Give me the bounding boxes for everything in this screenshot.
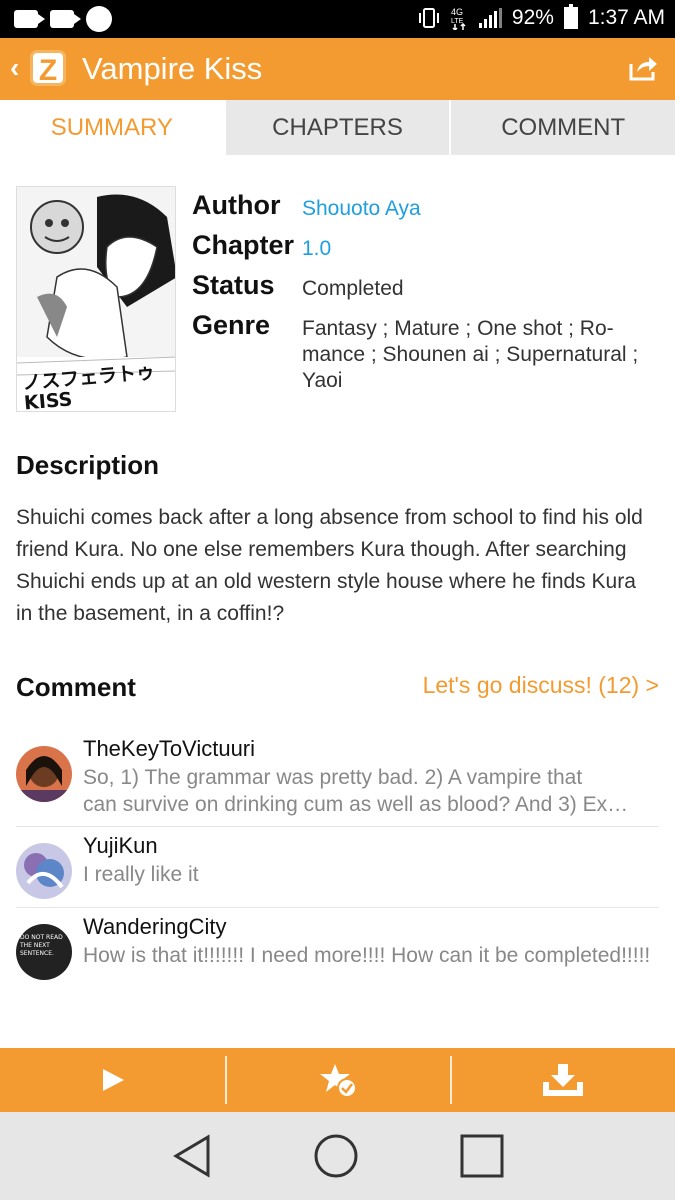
discuss-link[interactable]: Let's go discuss! (12) > bbox=[423, 672, 659, 699]
page-title: Vampire Kiss bbox=[82, 51, 263, 86]
status-left bbox=[14, 6, 112, 32]
favorite-button[interactable] bbox=[225, 1048, 450, 1112]
comment-text: So, 1) The grammar was pretty bad. 2) A … bbox=[83, 766, 583, 789]
tab-summary[interactable]: SUMMARY bbox=[0, 100, 224, 155]
comment-item[interactable]: DO NOT READ THE NEXT SENTENCE. Wandering… bbox=[16, 908, 659, 988]
author-link[interactable]: Shouoto Aya bbox=[302, 190, 662, 222]
description-heading: Description bbox=[16, 450, 160, 480]
signal-icon bbox=[478, 8, 502, 28]
app-bar: ‹ Z Vampire Kiss bbox=[0, 38, 675, 100]
download-button[interactable] bbox=[450, 1048, 675, 1112]
status-bar: 4G LTE 92% 1:37 AM bbox=[0, 0, 675, 38]
home-nav-icon[interactable] bbox=[313, 1133, 359, 1179]
comment-text: How is that it!!!!!!! I need more!!!! Ho… bbox=[83, 944, 651, 967]
manga-info: Author Shouoto Aya Chapter 1.0 Status Co… bbox=[192, 190, 662, 402]
comment-body: WanderingCity How is that it!!!!!!! I ne… bbox=[83, 912, 659, 980]
genre-row: Genre Fantasy ; Mature ; One shot ; Ro-m… bbox=[192, 310, 662, 394]
description-text: Shuichi comes back after a long absence … bbox=[16, 506, 643, 625]
notification-circle-icon bbox=[86, 6, 112, 32]
comment-text-line2: can survive on drinking cum as well as b… bbox=[83, 793, 629, 816]
avatar bbox=[16, 843, 72, 899]
back-nav-icon[interactable] bbox=[170, 1133, 214, 1179]
video-icon bbox=[14, 10, 45, 28]
comment-username: TheKeyToVictuuri bbox=[83, 736, 256, 761]
status-right: 4G LTE 92% 1:37 AM bbox=[417, 4, 665, 30]
status-label: Status bbox=[192, 270, 275, 300]
comment-body: TheKeyToVictuuri So, 1) The grammar was … bbox=[83, 734, 659, 818]
favorite-icon bbox=[319, 1064, 357, 1098]
manga-cover-image: ノスフェラトゥ KISS bbox=[16, 186, 176, 412]
recents-nav-icon[interactable] bbox=[459, 1133, 505, 1179]
comment-username: YujiKun bbox=[83, 833, 158, 858]
play-icon bbox=[102, 1069, 124, 1091]
author-row: Author Shouoto Aya bbox=[192, 190, 662, 222]
genre-value: Fantasy ; Mature ; One shot ; Ro-mance ;… bbox=[302, 317, 639, 392]
comment-body: YujiKun I really like it bbox=[83, 831, 659, 899]
avatar-text: DO NOT READ THE NEXT SENTENCE. bbox=[20, 934, 63, 957]
network-4g-icon: 4GLTE bbox=[451, 7, 466, 30]
svg-text:4G: 4G bbox=[451, 7, 463, 17]
system-nav-bar bbox=[0, 1112, 675, 1200]
comment-item[interactable]: TheKeyToVictuuri So, 1) The grammar was … bbox=[16, 730, 659, 827]
tab-chapters[interactable]: CHAPTERS bbox=[223, 100, 450, 155]
battery-percent: 92% bbox=[511, 6, 554, 29]
vibrate-icon bbox=[418, 8, 439, 28]
video-icon-2 bbox=[50, 10, 81, 28]
bottom-action-bar bbox=[0, 1048, 675, 1112]
share-icon[interactable] bbox=[627, 54, 659, 82]
clock: 1:37 AM bbox=[587, 6, 665, 29]
avatar: DO NOT READ THE NEXT SENTENCE. bbox=[16, 924, 72, 980]
chapter-label: Chapter bbox=[192, 230, 295, 260]
status-row: Status Completed bbox=[192, 270, 662, 302]
avatar bbox=[16, 746, 72, 802]
download-icon bbox=[542, 1064, 583, 1096]
svg-text:LTE: LTE bbox=[451, 18, 464, 25]
comment-item[interactable]: YujiKun I really like it bbox=[16, 827, 659, 908]
battery-icon bbox=[563, 4, 578, 29]
author-label: Author bbox=[192, 190, 281, 220]
status-value: Completed bbox=[302, 277, 404, 300]
app-logo: Z bbox=[30, 50, 66, 87]
comment-heading: Comment bbox=[16, 672, 136, 702]
chapter-link[interactable]: 1.0 bbox=[302, 230, 662, 262]
tab-comment[interactable]: COMMENT bbox=[449, 100, 675, 155]
read-button[interactable] bbox=[0, 1048, 225, 1112]
comment-list: TheKeyToVictuuri So, 1) The grammar was … bbox=[16, 730, 659, 988]
back-button[interactable]: ‹ bbox=[10, 52, 19, 84]
chapter-row: Chapter 1.0 bbox=[192, 230, 662, 262]
comment-username: WanderingCity bbox=[83, 914, 227, 939]
tab-bar: SUMMARY CHAPTERS COMMENT bbox=[0, 100, 675, 155]
genre-label: Genre bbox=[192, 310, 271, 340]
comment-text: I really like it bbox=[83, 863, 199, 886]
